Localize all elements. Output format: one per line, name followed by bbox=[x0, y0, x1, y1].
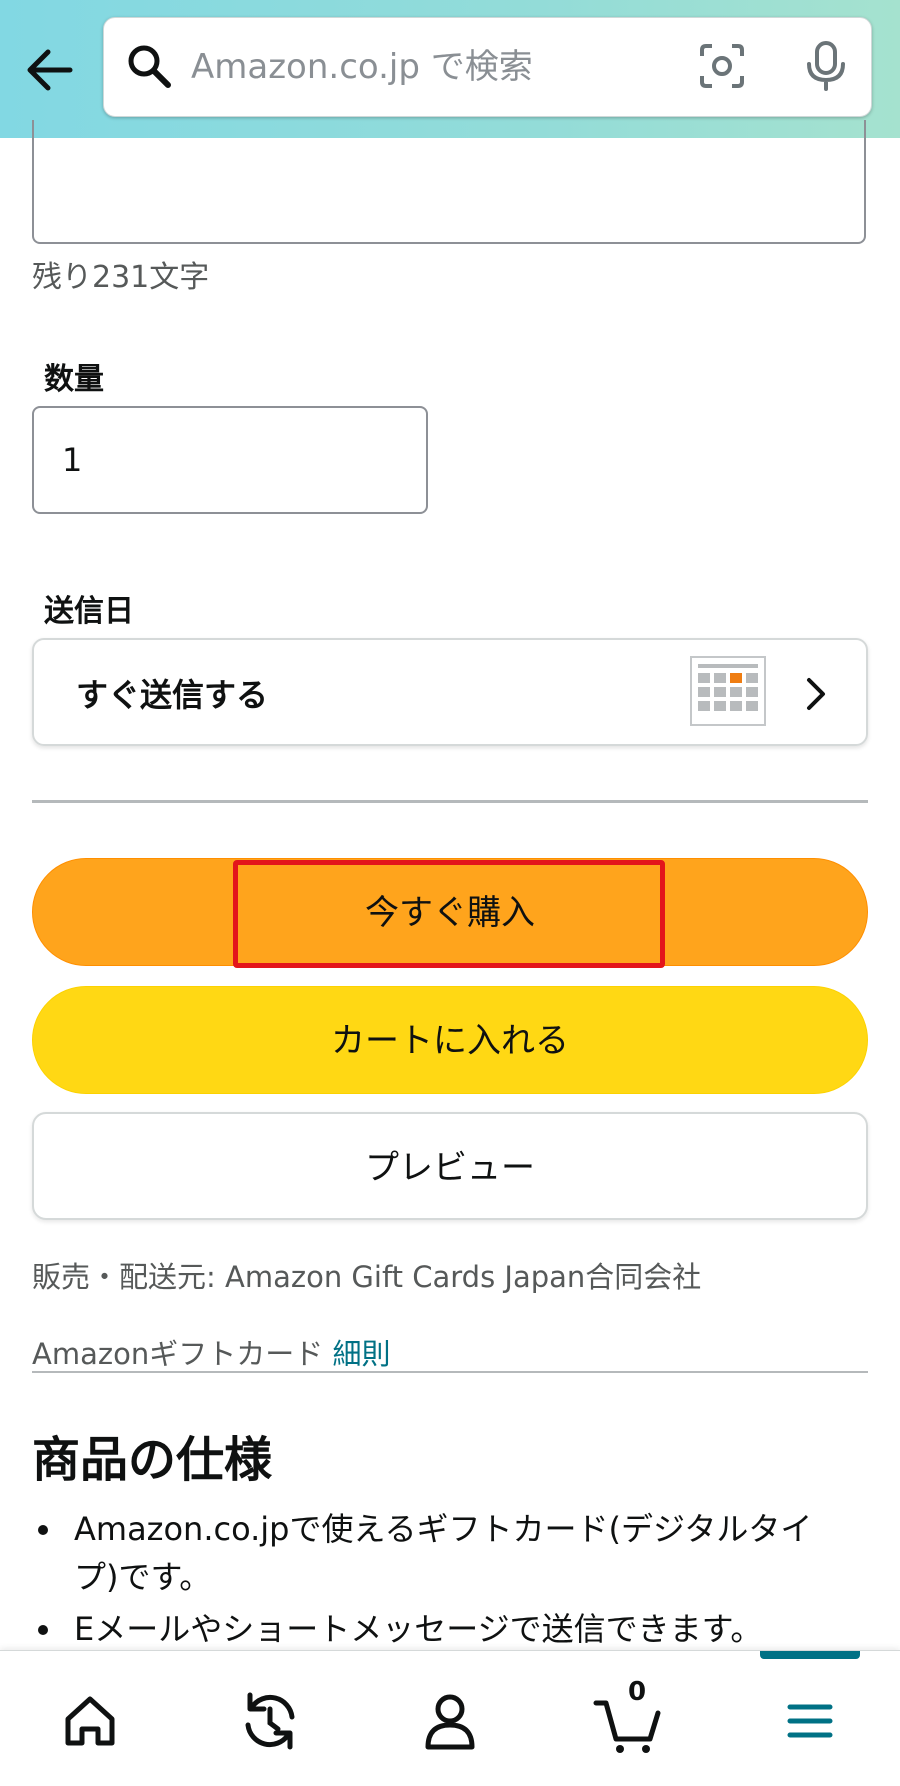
section-divider bbox=[32, 800, 868, 803]
terms-link[interactable]: 細則 bbox=[332, 1337, 390, 1371]
menu-icon[interactable] bbox=[770, 1681, 850, 1761]
home-icon[interactable] bbox=[50, 1681, 130, 1761]
info-divider bbox=[32, 1371, 868, 1373]
send-date-label: 送信日 bbox=[44, 594, 134, 629]
search-icon[interactable] bbox=[126, 43, 172, 93]
quantity-label: 数量 bbox=[44, 362, 104, 397]
search-input[interactable] bbox=[189, 36, 593, 98]
list-item: Eメールやショートメッセージで送信できます。 bbox=[32, 1605, 852, 1653]
camera-scan-icon[interactable] bbox=[698, 42, 746, 94]
send-date-selector[interactable]: すぐ送信する bbox=[32, 638, 868, 746]
microphone-icon[interactable] bbox=[804, 40, 848, 96]
add-to-cart-button[interactable]: カートに入れる bbox=[32, 986, 868, 1094]
bottom-navigation: 0 bbox=[0, 1650, 900, 1786]
chevron-right-icon bbox=[804, 676, 828, 716]
cart-icon[interactable]: 0 bbox=[590, 1677, 670, 1761]
active-tab-indicator bbox=[760, 1651, 860, 1659]
preview-button[interactable]: プレビュー bbox=[32, 1112, 868, 1220]
list-item: Amazon.co.jpで使えるギフトカード(デジタルタイプ)です。 bbox=[32, 1505, 852, 1601]
message-textarea[interactable] bbox=[32, 120, 866, 244]
top-header bbox=[0, 0, 900, 138]
calendar-icon[interactable] bbox=[690, 656, 766, 730]
spec-list: Amazon.co.jpで使えるギフトカード(デジタルタイプ)です。 Eメールや… bbox=[32, 1505, 852, 1657]
gift-card-label: Amazonギフトカード bbox=[32, 1337, 324, 1371]
cart-count-badge: 0 bbox=[628, 1677, 647, 1707]
account-icon[interactable] bbox=[410, 1681, 490, 1761]
highlight-box bbox=[233, 860, 665, 968]
remaining-characters: 残り231文字 bbox=[32, 260, 210, 295]
back-arrow-icon[interactable] bbox=[22, 42, 78, 98]
rufus-refresh-icon[interactable] bbox=[230, 1681, 310, 1761]
quantity-input[interactable]: 1 bbox=[32, 406, 428, 514]
spec-title: 商品の仕様 bbox=[32, 1432, 273, 1488]
send-date-value: すぐ送信する bbox=[76, 676, 269, 714]
seller-info: 販売・配送元: Amazon Gift Cards Japan合同会社 bbox=[32, 1260, 702, 1294]
search-bar[interactable] bbox=[103, 17, 872, 117]
gift-card-terms-row: Amazonギフトカード 細則 bbox=[32, 1331, 390, 1373]
